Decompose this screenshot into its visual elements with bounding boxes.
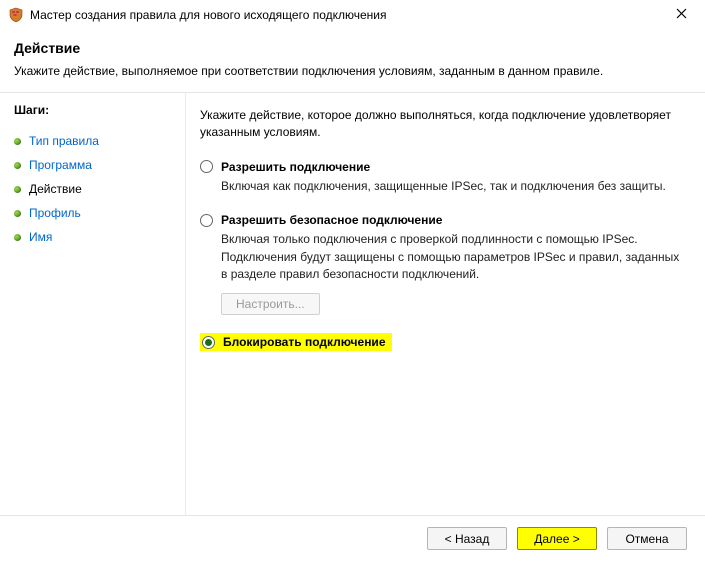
wizard-body: Шаги: Тип правила Программа Действие Про… — [0, 93, 705, 515]
cancel-button[interactable]: Отмена — [607, 527, 687, 550]
bullet-icon — [14, 162, 21, 169]
next-button[interactable]: Далее > — [517, 527, 597, 550]
titlebar: Мастер создания правила для нового исход… — [0, 0, 705, 30]
close-icon[interactable] — [668, 3, 695, 27]
wizard-header: Действие Укажите действие, выполняемое п… — [0, 30, 705, 84]
step-label: Имя — [29, 230, 52, 244]
step-label: Профиль — [29, 206, 81, 220]
option-allow-secure-label: Разрешить безопасное подключение — [221, 213, 442, 227]
configure-wrap: Настроить... — [221, 293, 683, 315]
bullet-icon — [14, 138, 21, 145]
option-block: Блокировать подключение — [200, 333, 683, 351]
option-allow-row[interactable]: Разрешить подключение — [200, 160, 683, 174]
option-allow-label: Разрешить подключение — [221, 160, 370, 174]
content-intro: Укажите действие, которое должно выполня… — [200, 107, 683, 142]
radio-icon[interactable] — [202, 336, 215, 349]
step-label: Программа — [29, 158, 92, 172]
radio-icon[interactable] — [200, 214, 213, 227]
page-subtitle: Укажите действие, выполняемое при соотве… — [14, 64, 691, 78]
option-block-label: Блокировать подключение — [223, 335, 386, 349]
step-action: Действие — [14, 177, 175, 201]
firewall-icon — [8, 7, 24, 23]
step-name[interactable]: Имя — [14, 225, 175, 249]
option-allow: Разрешить подключение Включая как подклю… — [200, 160, 683, 195]
step-label: Действие — [29, 182, 82, 196]
window-title: Мастер создания правила для нового исход… — [30, 8, 668, 22]
wizard-footer: < Назад Далее > Отмена — [0, 515, 705, 561]
option-allow-secure: Разрешить безопасное подключение Включая… — [200, 213, 683, 315]
wizard-content: Укажите действие, которое должно выполня… — [185, 93, 705, 515]
configure-button: Настроить... — [221, 293, 320, 315]
radio-icon[interactable] — [200, 160, 213, 173]
back-button[interactable]: < Назад — [427, 527, 507, 550]
steps-sidebar: Шаги: Тип правила Программа Действие Про… — [0, 93, 185, 515]
bullet-icon — [14, 234, 21, 241]
option-block-row[interactable]: Блокировать подключение — [200, 333, 392, 351]
option-allow-secure-row[interactable]: Разрешить безопасное подключение — [200, 213, 683, 227]
bullet-icon — [14, 186, 21, 193]
step-program[interactable]: Программа — [14, 153, 175, 177]
option-allow-desc: Включая как подключения, защищенные IPSe… — [221, 178, 681, 195]
step-profile[interactable]: Профиль — [14, 201, 175, 225]
bullet-icon — [14, 210, 21, 217]
step-rule-type[interactable]: Тип правила — [14, 129, 175, 153]
option-allow-secure-desc: Включая только подключения с проверкой п… — [221, 231, 681, 283]
steps-heading: Шаги: — [14, 103, 175, 117]
wizard-window: { "titlebar": { "title": "Мастер создани… — [0, 0, 705, 561]
step-label: Тип правила — [29, 134, 99, 148]
page-title: Действие — [14, 40, 691, 56]
